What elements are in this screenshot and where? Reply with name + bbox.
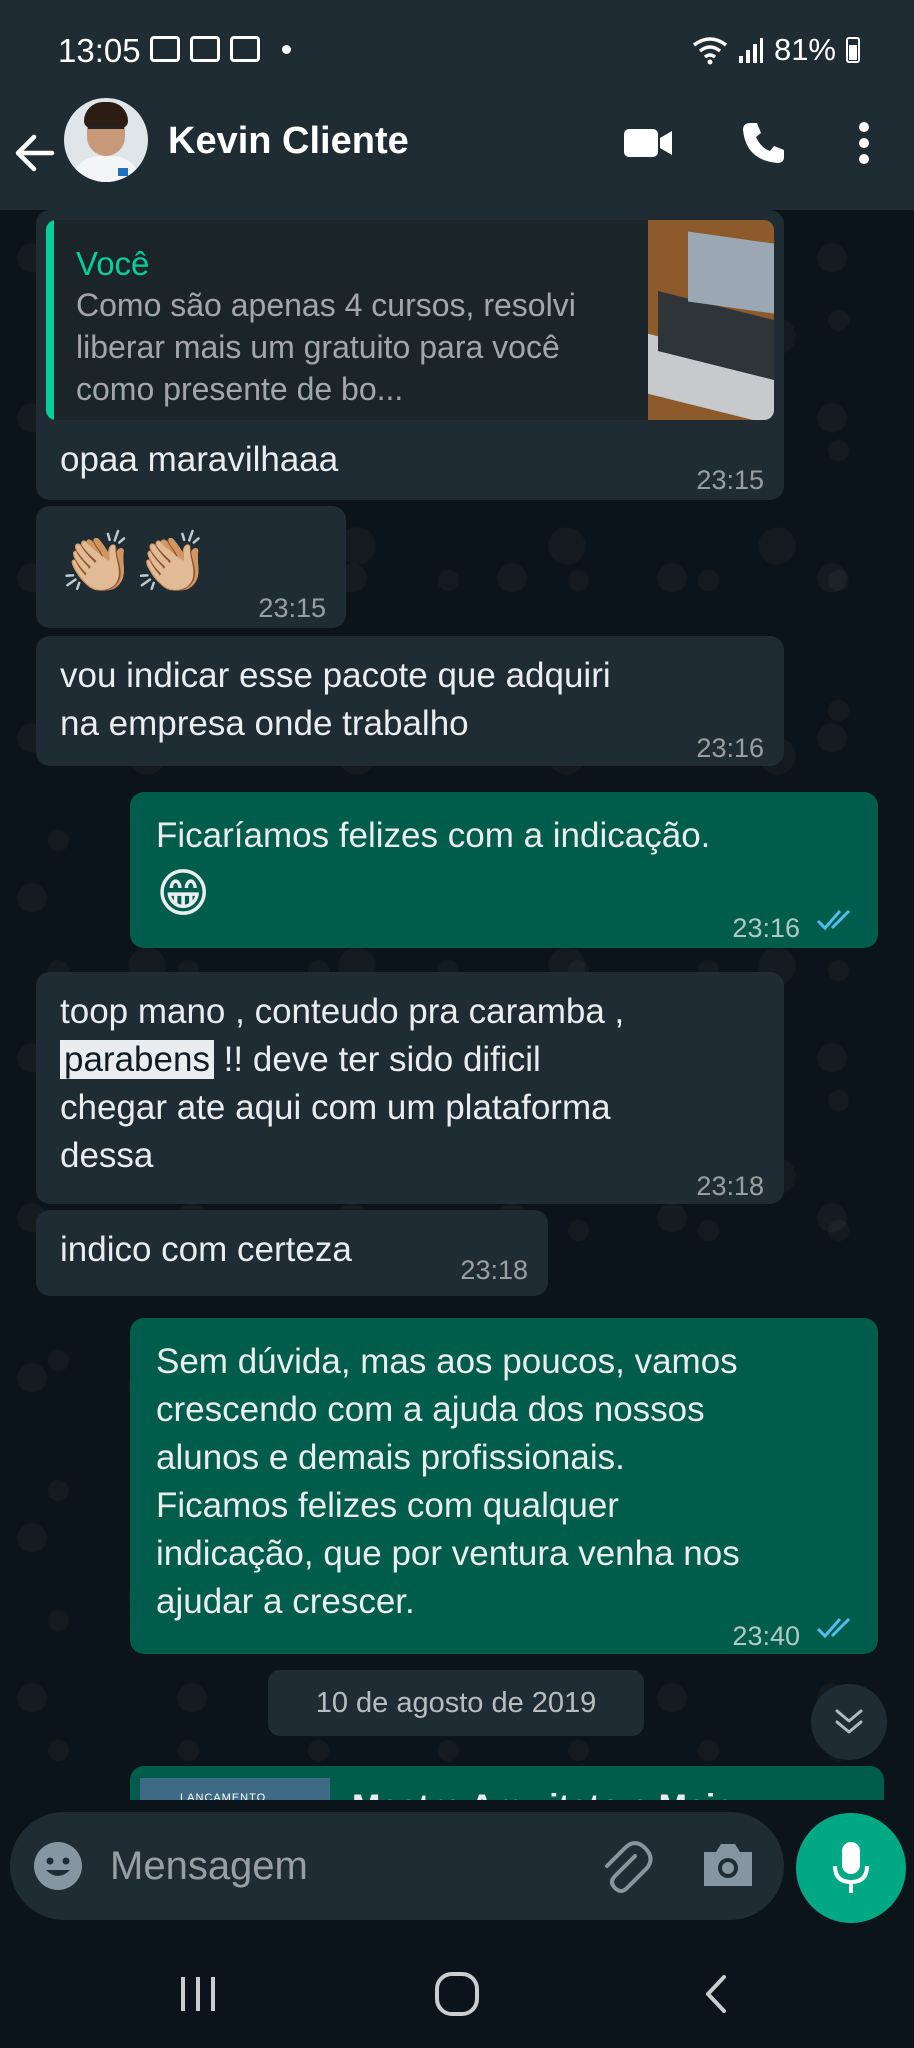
message-incoming[interactable]: vou indicar esse pacote que adquiri na e… — [36, 636, 784, 766]
camera-icon[interactable] — [700, 1840, 756, 1890]
message-outgoing[interactable]: Sem dúvida, mas aos poucos, vamos cresce… — [130, 1318, 878, 1654]
more-vertical-icon — [859, 122, 869, 164]
message-text: 👏🏼👏🏼 — [60, 529, 210, 596]
video-camera-icon — [624, 129, 672, 157]
message-text: opaa maravilhaaa — [60, 440, 339, 479]
message-time: 23:15 — [258, 593, 326, 623]
scroll-to-bottom-button[interactable] — [811, 1684, 887, 1760]
status-bar: 13:05 81% — [0, 0, 914, 100]
more-notifications-icon — [282, 44, 291, 54]
message-icon — [190, 36, 220, 62]
message-time: 23:18 — [696, 1171, 764, 1201]
home-button[interactable] — [417, 1964, 497, 2024]
message-time: 23:16 — [696, 733, 764, 763]
contact-avatar[interactable] — [64, 98, 148, 182]
message-time: 23:18 — [460, 1255, 528, 1285]
voice-record-button[interactable] — [796, 1813, 906, 1923]
status-right: 81% — [692, 32, 860, 68]
selected-word[interactable]: parabens — [60, 1040, 214, 1079]
emoji-icon[interactable] — [32, 1840, 84, 1892]
message-incoming[interactable]: Você Como são apenas 4 cursos, resolvi l… — [36, 210, 784, 500]
message-text: indico com certeza — [60, 1230, 352, 1269]
message-time: 23:40 — [732, 1621, 800, 1651]
message-text: vou indicar esse pacote que adquiri na e… — [60, 656, 611, 743]
link-preview-thumbnail: LANÇAMENTO — [140, 1778, 330, 1800]
message-incoming[interactable]: indico com certeza 23:18 — [36, 1210, 548, 1296]
message-time: 23:15 — [696, 465, 764, 495]
message-incoming[interactable]: 👏🏼👏🏼 23:15 — [36, 506, 346, 628]
quoted-message[interactable]: Você Como são apenas 4 cursos, resolvi l… — [46, 220, 774, 420]
quote-author: Você — [76, 245, 150, 282]
gallery-icon — [230, 36, 260, 62]
recent-apps-button[interactable] — [158, 1964, 238, 2024]
voice-call-button[interactable] — [733, 118, 793, 168]
double-check-icon — [816, 1617, 851, 1639]
more-options-button[interactable] — [834, 118, 894, 168]
home-icon — [435, 1972, 479, 2016]
grinning-emoji: 😁 — [156, 865, 211, 923]
compose-bar — [10, 1812, 784, 1920]
voicemail-icon — [150, 36, 180, 62]
chevron-double-down-icon — [835, 1709, 863, 1734]
message-list[interactable]: Você Como são apenas 4 cursos, resolvi l… — [0, 210, 914, 1800]
quote-text: Como são apenas 4 cursos, resolvi libera… — [76, 287, 576, 407]
recent-apps-icon — [181, 1977, 215, 2011]
message-time: 23:16 — [732, 913, 800, 943]
message-text: Sem dúvida, mas aos poucos, vamos cresce… — [156, 1342, 740, 1621]
contact-name[interactable]: Kevin Cliente — [168, 120, 409, 163]
double-check-icon — [816, 909, 851, 931]
wifi-icon — [692, 37, 728, 65]
message-input[interactable] — [110, 1836, 550, 1896]
video-call-button[interactable] — [618, 118, 678, 168]
battery-percent: 81% — [773, 32, 836, 67]
message-outgoing[interactable]: Ficaríamos felizes com a indicação. 😁 23… — [130, 792, 878, 948]
notification-icons — [150, 36, 291, 62]
microphone-icon — [833, 1842, 869, 1893]
signal-icon — [738, 38, 763, 63]
message-text: toop mano , conteudo pra caramba , parabe… — [60, 992, 625, 1175]
whatsapp-screen: 13:05 81% Kevin Cliente Você Como são ap… — [0, 0, 914, 2048]
battery-icon — [846, 37, 860, 63]
message-outgoing-partial[interactable]: LANÇAMENTO Mestre Arquiteto e Mais — [130, 1766, 884, 1800]
status-time: 13:05 — [58, 32, 141, 69]
message-incoming[interactable]: toop mano , conteudo pra caramba , parabe… — [36, 972, 784, 1204]
system-navigation-bar — [0, 1940, 914, 2048]
back-arrow-icon[interactable] — [12, 122, 64, 184]
date-separator: 10 de agosto de 2019 — [268, 1670, 644, 1736]
paperclip-icon[interactable] — [595, 1836, 655, 1896]
phone-icon — [743, 123, 784, 163]
quote-thumbnail — [648, 220, 774, 420]
back-button[interactable] — [676, 1964, 756, 2024]
message-text: Ficaríamos felizes com a indicação. — [156, 816, 711, 855]
link-preview-title: Mestre Arquiteto e Mais — [352, 1788, 734, 1800]
back-chevron-icon — [706, 1975, 726, 2013]
